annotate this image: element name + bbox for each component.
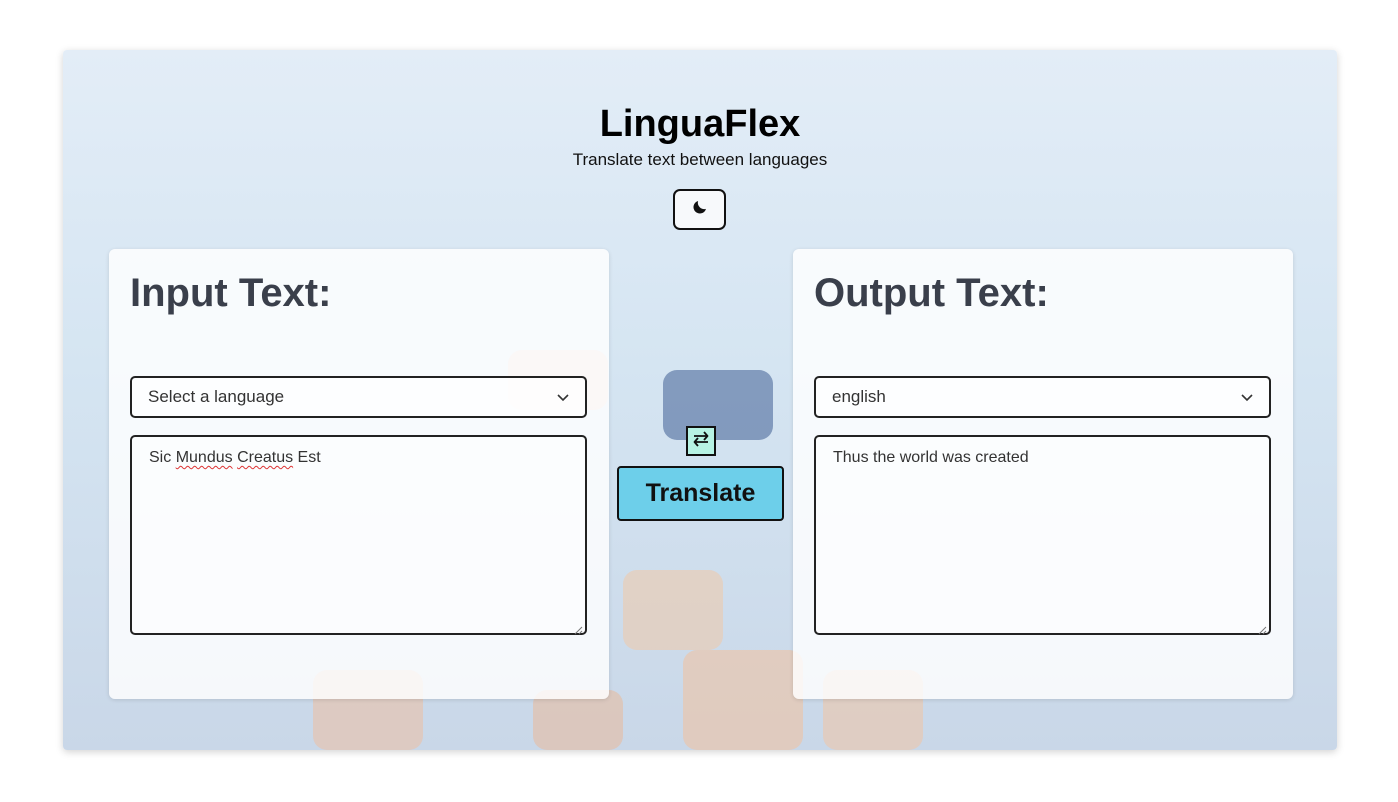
chevron-down-icon [557,387,569,407]
app-subtitle: Translate text between languages [572,150,828,169]
output-panel: Output Text: english Thus the world was … [793,249,1293,699]
input-panel: Input Text: Select a language Sic Mundus… [109,249,609,699]
chevron-down-icon [1241,387,1253,407]
moon-icon [691,198,709,221]
resize-handle-icon[interactable] [574,622,583,635]
header: LinguaFlex Translate text between langua… [63,102,1337,170]
background-decoration [623,570,723,650]
input-text: Sic Mundus Creatus Est [149,449,321,466]
background-decoration [533,690,623,750]
app-title: LinguaFlex [599,103,801,145]
background-decoration [683,650,803,750]
swap-arrows-icon [691,430,711,453]
input-heading: Input Text: [130,271,332,315]
input-language-select[interactable]: Select a language [130,376,587,418]
theme-toggle-button[interactable] [673,189,726,230]
app-container: LinguaFlex Translate text between langua… [63,50,1337,750]
output-textarea[interactable]: Thus the world was created [814,435,1271,635]
input-word: Sic [149,449,172,466]
background-decoration [663,370,773,440]
swap-languages-button[interactable] [686,426,716,456]
output-text: Thus the world was created [833,449,1029,466]
resize-handle-icon[interactable] [1258,622,1267,635]
output-language-value: english [832,387,886,406]
input-language-value: Select a language [148,387,285,406]
output-language-select[interactable]: english [814,376,1271,418]
input-textarea[interactable]: Sic Mundus Creatus Est [130,435,587,635]
output-heading: Output Text: [814,271,1049,315]
input-word: Mundus [175,449,233,466]
input-word: Creatus [237,449,294,466]
input-word: Est [297,449,321,466]
translate-button[interactable]: Translate [617,466,784,521]
